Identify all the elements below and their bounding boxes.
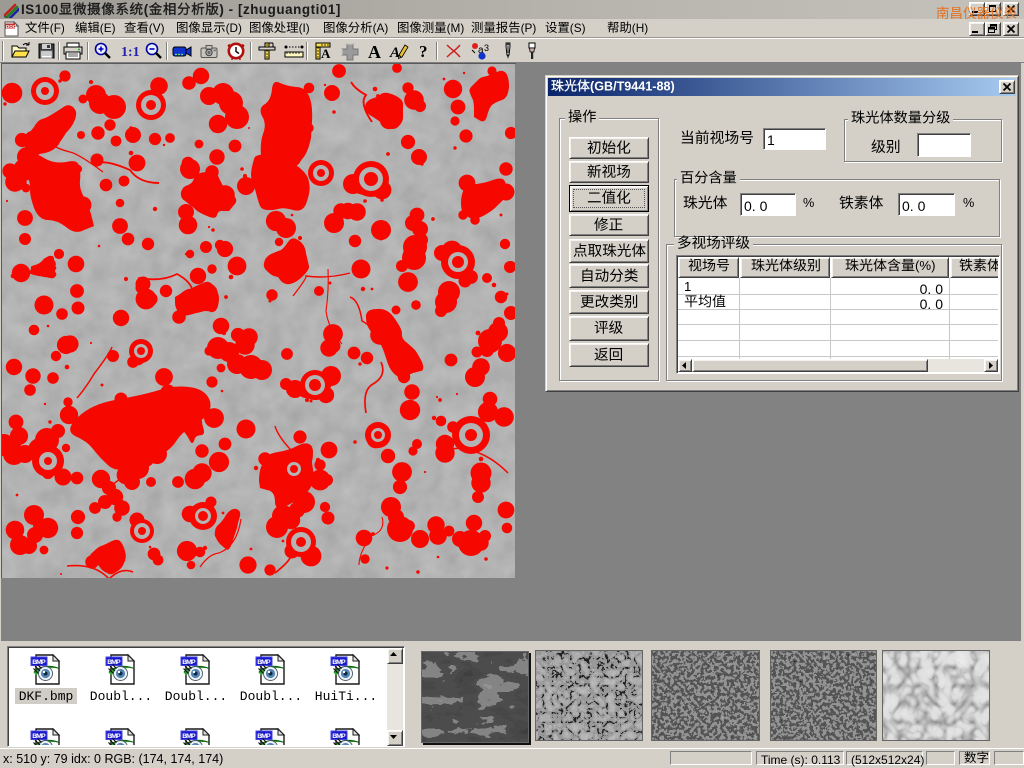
svg-text:(A): (A) xyxy=(373,21,389,35)
svg-text:) - [zhuguangti01]: ) - [zhuguangti01] xyxy=(219,2,340,17)
svg-text:DOC: DOC xyxy=(6,24,17,29)
svg-text:(GB/T9441-88): (GB/T9441-88) xyxy=(590,79,675,93)
svg-text:(V): (V) xyxy=(149,21,165,35)
svg-text:BMP: BMP xyxy=(257,659,271,666)
svg-text:A: A xyxy=(368,42,381,61)
svg-text:BMP: BMP xyxy=(107,733,121,740)
svg-text:(M): (M) xyxy=(447,21,465,35)
svg-text:3: 3 xyxy=(484,43,489,53)
svg-text:BMP: BMP xyxy=(257,733,271,740)
svg-text:(E): (E) xyxy=(100,21,116,35)
svg-text:(: ( xyxy=(144,2,149,17)
svg-text:BMP: BMP xyxy=(182,659,196,666)
svg-text:(D): (D) xyxy=(226,21,242,35)
svg-text:1:1: 1:1 xyxy=(121,45,140,60)
svg-text:(I): (I) xyxy=(299,21,310,35)
svg-text:BMP: BMP xyxy=(332,733,346,740)
svg-text:BMP: BMP xyxy=(332,659,346,666)
svg-text:(P): (P) xyxy=(521,21,537,35)
svg-text:BMP: BMP xyxy=(107,659,121,666)
svg-text:BMP: BMP xyxy=(32,659,46,666)
svg-text:%: % xyxy=(803,196,814,210)
svg-text:(%): (%) xyxy=(915,258,936,273)
svg-text:?: ? xyxy=(419,42,428,61)
svg-text:IS100: IS100 xyxy=(21,2,59,17)
svg-text:(F): (F) xyxy=(50,21,65,35)
svg-text:(S): (S) xyxy=(570,21,586,35)
svg-text:1: 1 xyxy=(684,279,691,294)
svg-text:%: % xyxy=(963,196,974,210)
svg-text:BMP: BMP xyxy=(32,733,46,740)
svg-text:A: A xyxy=(321,46,331,61)
svg-text:BMP: BMP xyxy=(182,733,196,740)
svg-text:(H): (H) xyxy=(632,21,648,35)
